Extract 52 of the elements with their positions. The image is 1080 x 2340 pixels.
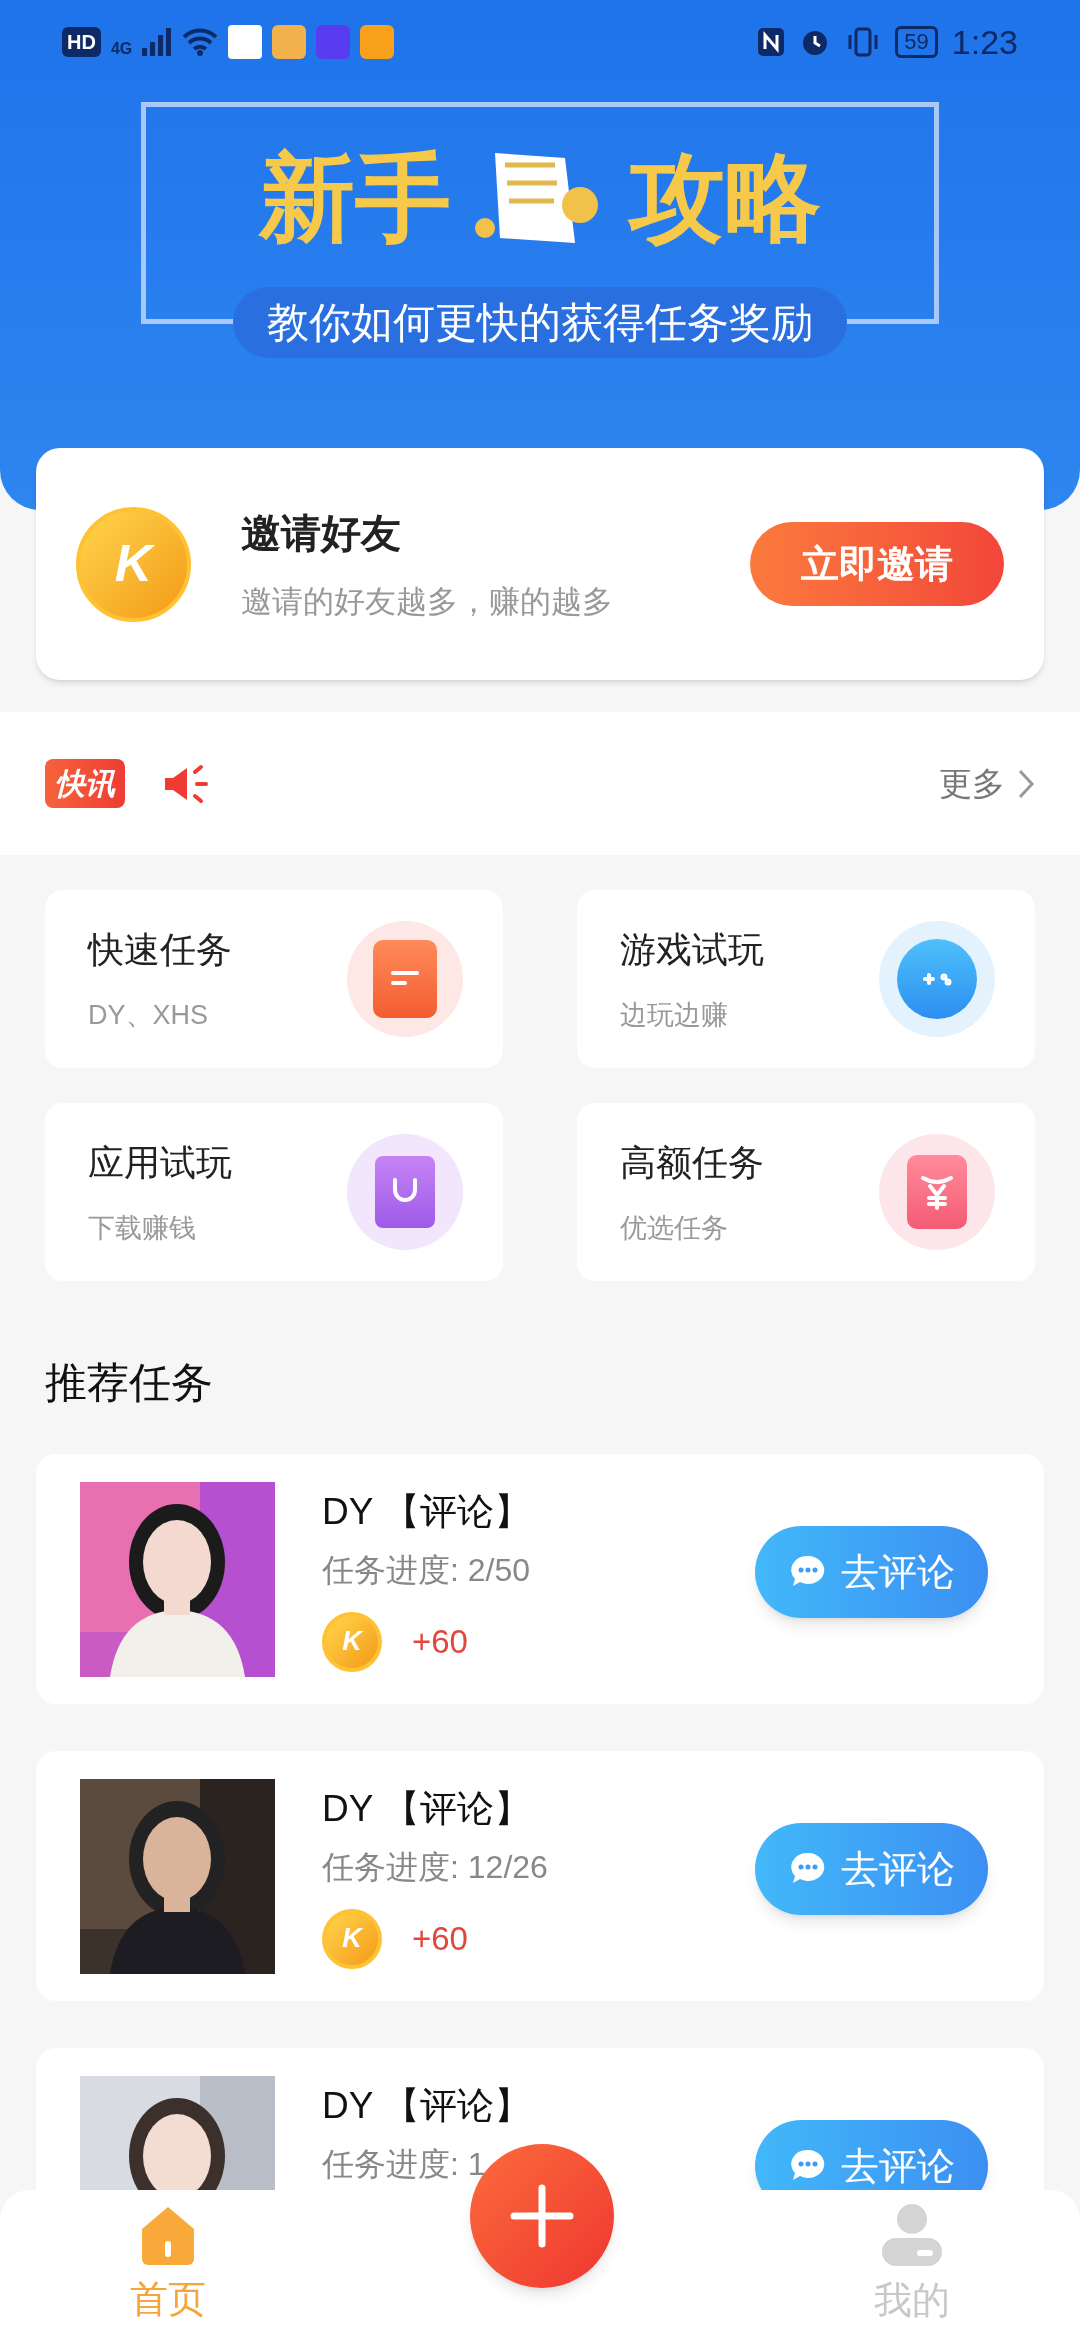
reward-amount: +60 bbox=[412, 1621, 468, 1662]
chevron-right-icon bbox=[1017, 767, 1035, 800]
speaker-icon bbox=[163, 763, 209, 804]
task-count: 任务进度: 12/26 bbox=[322, 1847, 549, 1887]
task-category-card[interactable]: 高额任务 优选任务 bbox=[577, 1103, 1035, 1281]
hd-badge: HD bbox=[62, 27, 101, 57]
network-label: 4G bbox=[110, 39, 133, 59]
section-title: 推荐任务 bbox=[45, 1358, 214, 1408]
task-card[interactable]: DY 【评论】 任务进度: 12/26 K +60 去评论 bbox=[36, 1751, 1044, 2001]
bag-icon bbox=[375, 1156, 435, 1228]
person-icon bbox=[879, 2201, 945, 2268]
category-title: 快速任务 bbox=[88, 927, 233, 972]
banner-title: 攻略 bbox=[629, 150, 821, 246]
category-title: 高额任务 bbox=[620, 1140, 765, 1185]
news-badge: 快讯 bbox=[45, 759, 125, 808]
category-subtitle: DY、XHS bbox=[88, 998, 210, 1032]
banner-subtitle: 教你如何更快的获得任务奖励 bbox=[233, 287, 847, 358]
task-card[interactable]: DY 【评论】 任务进度: 1 去评论 bbox=[36, 2048, 1044, 2190]
banner-title: 新手 bbox=[259, 150, 451, 246]
nfc-icon bbox=[757, 27, 786, 57]
task-category-card[interactable]: 快速任务 DY、XHS bbox=[45, 890, 503, 1068]
task-title: DY 【评论】 bbox=[322, 1787, 532, 1831]
reward-amount: +60 bbox=[412, 1918, 468, 1959]
task-count: 任务进度: 1 bbox=[322, 2144, 487, 2184]
more-link[interactable]: 更多 bbox=[939, 758, 1035, 809]
task-count: 任务进度: 2/50 bbox=[322, 1550, 532, 1590]
invite-subtitle: 邀请的好友越多，赚的越多 bbox=[241, 582, 614, 621]
plus-icon bbox=[510, 2184, 574, 2248]
app-icon bbox=[272, 25, 307, 59]
category-subtitle: 优选任务 bbox=[620, 1211, 729, 1245]
document-icon bbox=[373, 940, 437, 1018]
coin-icon: K bbox=[322, 1908, 382, 1969]
app-icon bbox=[316, 25, 351, 59]
coin-icon: K bbox=[322, 1611, 382, 1672]
money-envelope-icon bbox=[907, 1155, 967, 1229]
coin-icon: K bbox=[76, 506, 191, 622]
clock-time: 1:23 bbox=[951, 21, 1018, 63]
app-icon bbox=[228, 25, 263, 59]
category-title: 游戏试玩 bbox=[620, 927, 765, 972]
signal-icon bbox=[142, 28, 173, 56]
task-title: DY 【评论】 bbox=[322, 2084, 532, 2128]
task-title: DY 【评论】 bbox=[322, 1490, 532, 1534]
task-category-card[interactable]: 游戏试玩 边玩边赚 bbox=[577, 890, 1035, 1068]
wifi-icon bbox=[182, 28, 219, 56]
task-category-card[interactable]: 应用试玩 下载赚钱 bbox=[45, 1103, 503, 1281]
category-subtitle: 下载赚钱 bbox=[88, 1211, 197, 1245]
category-subtitle: 边玩边赚 bbox=[620, 998, 729, 1032]
app-icon bbox=[360, 25, 395, 59]
task-card[interactable]: DY 【评论】 任务进度: 2/50 K +60 去评论 bbox=[36, 1454, 1044, 1704]
invite-title: 邀请好友 bbox=[241, 509, 402, 557]
battery-indicator: 59 bbox=[895, 26, 938, 58]
category-title: 应用试玩 bbox=[88, 1140, 233, 1185]
